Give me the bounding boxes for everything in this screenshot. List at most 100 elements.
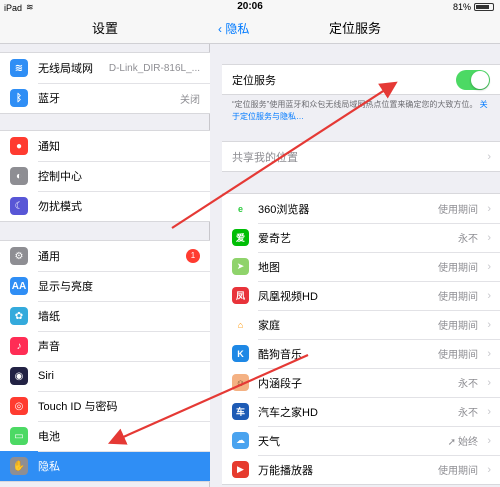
sidebar-item-label: 声音: [38, 341, 60, 353]
description-text: “定位服务”使用蓝牙和众包无线局域网热点位置来确定您的大致方位。: [232, 100, 478, 109]
battery-icon: ▭: [10, 427, 28, 445]
sidebar-item-label: 通用: [38, 251, 60, 263]
siri-icon: ◉: [10, 367, 28, 385]
app-autohome-row[interactable]: 车汽车之家HD 永不 ›: [222, 397, 500, 426]
sidebar-item-do-not-disturb[interactable]: ☾ 勿扰模式: [0, 191, 210, 221]
chevron-right-icon: ›: [487, 231, 491, 244]
app-permission: 使用期间: [438, 201, 478, 216]
sidebar-item-siri[interactable]: ◉ Siri: [0, 361, 210, 391]
app-ifeng-row[interactable]: 凤凤凰视频HD 使用期间 ›: [222, 281, 500, 310]
moon-icon: ☾: [10, 197, 28, 215]
sidebar-item-control-center[interactable]: ◐ 控制中心: [0, 161, 210, 191]
app-permission-value: 使用期间: [438, 350, 478, 361]
settings-sidebar: 设置 ≋ 无线局域网 D-Link_DIR-816L_... ᛒ 蓝牙 关闭 ● 通知 ◐ 控制…: [0, 0, 210, 487]
app-kugou-row[interactable]: K 酷狗音乐 使用期间 ›: [222, 339, 500, 368]
location-services-row: 定位服务: [222, 65, 500, 94]
sidebar-group-general: ⚙ 通用 1 AA 显示与亮度 ✿ 墙纸 ♪ 声音 ◉ Siri ◎ Touch ID 与密码 ▭ 电池 ✋ 隐…: [0, 240, 210, 482]
chevron-right-icon: ›: [487, 318, 491, 331]
sidebar-item-value: 关闭: [180, 94, 200, 106]
share-location-label: 共享我的位置: [232, 151, 298, 164]
wifi-icon: ≋: [10, 59, 28, 77]
sidebar-title: 设置: [0, 14, 210, 44]
app-permission: 使用期间: [438, 317, 478, 332]
sidebar-item-label: Touch ID 与密码: [38, 401, 118, 413]
sidebar-item-general[interactable]: ⚙ 通用 1: [0, 241, 210, 271]
chevron-right-icon: ›: [487, 150, 491, 163]
display-icon: AA: [10, 277, 28, 295]
app-permission-value: 永不: [458, 234, 478, 245]
sidebar-item-wifi[interactable]: ≋ 无线局域网 D-Link_DIR-816L_...: [0, 53, 210, 83]
sidebar-item-bluetooth[interactable]: ᛒ 蓝牙 关闭: [0, 83, 210, 113]
app-name: 凤凰视频HD: [258, 290, 318, 303]
app-name: 内涵段子: [258, 377, 302, 390]
app-location-list: e 360浏览器 使用期间 › 爱爱奇艺 永不 › ➤ 地图 使用期间 › 凤凤凰视频HD 使用期间 › ⌂…: [222, 193, 500, 485]
notification-badge: 1: [186, 249, 200, 263]
fingerprint-icon: ◎: [10, 397, 28, 415]
sidebar-item-touch-id[interactable]: ◎ Touch ID 与密码: [0, 391, 210, 421]
app-permission-value: 永不: [458, 408, 478, 419]
home-icon: ⌂: [232, 316, 249, 333]
wallpaper-icon: ✿: [10, 307, 28, 325]
sidebar-item-label: 勿扰模式: [38, 201, 82, 213]
battery-status-icon: [474, 3, 494, 11]
location-description: “定位服务”使用蓝牙和众包无线局域网热点位置来确定您的大致方位。 关于定位服务与…: [232, 99, 492, 123]
autohome-icon: 车: [232, 403, 249, 420]
sidebar-item-label: 隐私: [38, 461, 60, 473]
location-services-panel: ‹ 隐私 定位服务 定位服务 “定位服务”使用蓝牙和众包无线局域网热点位置来确定…: [210, 0, 500, 487]
sidebar-item-label: 无线局域网: [38, 63, 93, 75]
app-permission-value: 永不: [458, 379, 478, 390]
sidebar-item-sounds[interactable]: ♪ 声音: [0, 331, 210, 361]
bluetooth-icon: ᛒ: [10, 89, 28, 107]
battery-percent: 81%: [452, 2, 471, 12]
chevron-right-icon: ›: [487, 434, 491, 447]
app-permission: 使用期间: [438, 259, 478, 274]
app-360-row[interactable]: e 360浏览器 使用期间 ›: [222, 194, 500, 223]
sidebar-item-battery[interactable]: ▭ 电池: [0, 421, 210, 451]
app-home-row[interactable]: ⌂ 家庭 使用期间 ›: [222, 310, 500, 339]
app-name: 汽车之家HD: [258, 406, 318, 419]
notifications-icon: ●: [10, 137, 28, 155]
sound-icon: ♪: [10, 337, 28, 355]
hand-icon: ✋: [10, 457, 28, 475]
app-permission: 永不: [458, 404, 478, 419]
app-permission-value: 使用期间: [438, 292, 478, 303]
sidebar-item-label: 控制中心: [38, 171, 82, 183]
sidebar-item-label: 墙纸: [38, 311, 60, 323]
sidebar-item-notifications[interactable]: ● 通知: [0, 131, 210, 161]
app-permission: 永不: [458, 230, 478, 245]
app-player-row[interactable]: ▶ 万能播放器 使用期间 ›: [222, 455, 500, 484]
app-permission: 永不: [458, 375, 478, 390]
app-permission-value: 始终: [458, 437, 478, 448]
app-permission: ➚ 始终: [448, 433, 478, 448]
gear-icon: ⚙: [10, 247, 28, 265]
app-permission-value: 使用期间: [438, 466, 478, 477]
sidebar-item-label: 显示与亮度: [38, 281, 93, 293]
location-arrow-icon: ➚: [447, 437, 456, 448]
sidebar-item-display[interactable]: AA 显示与亮度: [0, 271, 210, 301]
app-maps-row[interactable]: ➤ 地图 使用期间 ›: [222, 252, 500, 281]
app-iqiyi-row[interactable]: 爱爱奇艺 永不 ›: [222, 223, 500, 252]
location-services-toggle[interactable]: [456, 69, 490, 90]
app-neihan-row[interactable]: ☺ 内涵段子 永不 ›: [222, 368, 500, 397]
location-toggle-group: 定位服务: [222, 64, 500, 95]
app-name: 地图: [258, 261, 280, 274]
app-permission-value: 使用期间: [438, 263, 478, 274]
weather-icon: ☁: [232, 432, 249, 449]
360-browser-icon: e: [232, 200, 249, 217]
clock: 20:06: [237, 1, 263, 12]
app-name: 家庭: [258, 319, 280, 332]
share-location-row[interactable]: 共享我的位置 ›: [222, 142, 500, 171]
sidebar-item-value: D-Link_DIR-816L_...: [108, 62, 200, 74]
app-weather-row[interactable]: ☁ 天气 ➚ 始终 ›: [222, 426, 500, 455]
sidebar-item-label: Siri: [38, 370, 54, 382]
control-center-icon: ◐: [10, 167, 28, 185]
chevron-right-icon: ›: [487, 289, 491, 302]
sidebar-group-notifications: ● 通知 ◐ 控制中心 ☾ 勿扰模式: [0, 130, 210, 222]
chevron-right-icon: ›: [487, 376, 491, 389]
ifeng-video-icon: 凤: [232, 287, 249, 304]
sidebar-item-label: 蓝牙: [38, 93, 60, 105]
neihan-icon: ☺: [232, 374, 249, 391]
app-permission-value: 使用期间: [438, 205, 478, 216]
sidebar-item-wallpaper[interactable]: ✿ 墙纸: [0, 301, 210, 331]
sidebar-item-privacy[interactable]: ✋ 隐私: [0, 451, 210, 481]
